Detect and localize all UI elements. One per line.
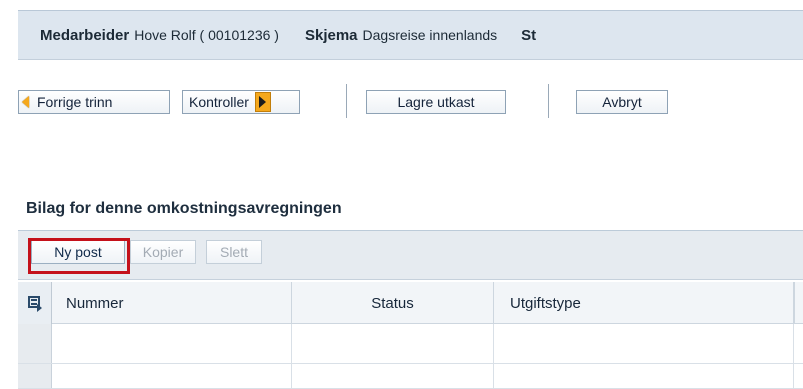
previous-step-button[interactable]: Forrige trinn [18,90,170,114]
cell-expense-type [494,324,794,363]
table-row[interactable] [18,364,803,389]
form-label: Skjema [304,26,358,44]
employee-info: Medarbeider Hove Rolf ( 00101236 ) [40,27,279,44]
table-header: Nummer Status Utgiftstype [18,282,803,324]
save-draft-label: Lagre utkast [397,94,475,110]
status-info: St [521,27,541,44]
column-header-overflow [794,282,803,324]
delete-button[interactable]: Slett [206,240,262,264]
toolbar-divider [346,84,347,118]
employee-label: Medarbeider [40,26,130,44]
column-header-status[interactable]: Status [292,282,494,324]
form-value: Dagsreise innenlands [362,26,498,43]
delete-label: Slett [219,244,248,260]
cancel-label: Avbryt [602,94,642,110]
check-button[interactable]: Kontroller [182,90,300,114]
row-selector[interactable] [18,324,52,363]
status-label: St [521,26,537,44]
table-select-icon [27,296,42,312]
toolbar-divider [548,84,549,118]
select-all-button[interactable] [18,282,52,324]
column-header-number[interactable]: Nummer [52,282,292,324]
expense-table: Nummer Status Utgiftstype [18,282,803,389]
cell-expense-type [494,364,794,388]
cell-status [292,364,494,388]
form-header-bar: Medarbeider Hove Rolf ( 00101236 ) Skjem… [18,10,803,60]
table-toolbar: Ny post Kopier Slett [18,230,803,280]
cancel-button[interactable]: Avbryt [576,90,668,114]
employee-value: Hove Rolf ( 00101236 ) [134,26,279,43]
arrow-right-icon [254,92,271,112]
new-entry-highlight [28,238,130,274]
table-row[interactable] [18,324,803,364]
main-toolbar: Forrige trinn Kontroller Lagre utkast Av… [0,74,803,134]
previous-step-label: Forrige trinn [37,94,113,110]
cell-number [52,324,292,363]
cell-status [292,324,494,363]
save-draft-button[interactable]: Lagre utkast [366,90,506,114]
row-selector[interactable] [18,364,52,388]
form-info: Skjema Dagsreise innenlands [305,27,497,44]
copy-label: Kopier [142,244,184,260]
check-label: Kontroller [189,94,249,110]
arrow-left-icon [22,96,29,108]
cell-number [52,364,292,388]
column-header-expense-type[interactable]: Utgiftstype [494,282,794,324]
copy-button[interactable]: Kopier [130,240,196,264]
section-title: Bilag for denne omkostningsavregningen [26,200,342,217]
